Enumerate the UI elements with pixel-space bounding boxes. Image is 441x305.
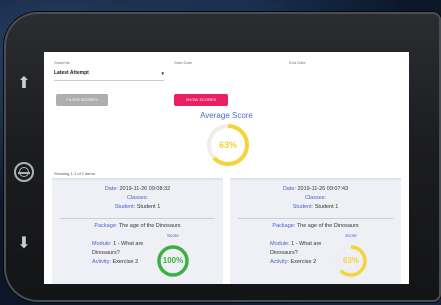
card-divider (60, 218, 215, 219)
filter-label-end-date: End Date (289, 60, 306, 65)
card-package-label: Package: (94, 223, 118, 229)
attempt-select[interactable]: Latest Attempt ▾ (54, 70, 164, 81)
card-date-row: Date: 2019-11-26 09:07:43 (230, 186, 401, 192)
card-student-row: Student: Student 1 (52, 204, 223, 210)
showing-items-text: Showing 1-1 of 1 items. (54, 171, 96, 176)
arrow-down-icon[interactable]: ⬇ (14, 234, 34, 254)
show-scores-button[interactable]: SHOW SCORES (174, 94, 228, 106)
card-package-value: The age of the Dinosaurs (118, 223, 181, 229)
filter-label-start-date: Start Date (174, 60, 193, 65)
card-classes-label: Classes: (304, 195, 327, 201)
card-package-row: Package: The age of the Dinosaurs (52, 223, 223, 229)
card-divider (238, 218, 393, 219)
card-package-value: The age of the Dinosaurs (296, 223, 359, 229)
card-date-value: 2019-11-26 09:08:32 (119, 186, 171, 192)
card-module-block: Module: 1 - What are Dinosaurs? Activity… (270, 240, 340, 267)
filter-scores-button[interactable]: FILTER SCORES (56, 94, 108, 106)
card-student-value: Student 1 (136, 204, 161, 210)
card-module-label: Module: (270, 241, 290, 247)
filter-labels: Students Start Date End Date (54, 60, 399, 68)
card-date-value: 2019-11-26 09:07:43 (297, 186, 349, 192)
card-module-block: Module: 1 - What are Dinosaurs? Activity… (92, 240, 162, 267)
card-date-row: Date: 2019-11-26 09:08:32 (52, 186, 223, 192)
average-score-label: 63% (218, 140, 237, 150)
score-card: Date: 2019-11-26 09:08:32 Classes: Stude… (52, 178, 223, 284)
home-button-icon[interactable] (14, 162, 34, 182)
card-score-label: Score (167, 233, 179, 238)
card-score-label: Score (345, 233, 357, 238)
arrow-up-icon[interactable]: ⬆ (14, 74, 34, 94)
tablet-frame: ⬆ ⬇ Students Start Date End Date Latest … (4, 12, 441, 302)
card-score-text: 63% (342, 256, 359, 265)
card-classes-row: Classes: (52, 195, 223, 201)
card-student-value: Student 1 (314, 204, 339, 210)
card-activity-value: Exercise 2 (290, 259, 317, 265)
card-classes-row: Classes: (230, 195, 401, 201)
caret-down-icon: ▾ (161, 71, 164, 77)
card-date-label: Date: (282, 186, 296, 192)
attempt-select-value: Latest Attempt (54, 70, 89, 76)
filter-label-students: Students (54, 60, 70, 65)
card-package-row: Package: The age of the Dinosaurs (230, 223, 401, 229)
card-student-row: Student: Student 1 (230, 204, 401, 210)
score-card: Date: 2019-11-26 09:07:43 Classes: Stude… (230, 178, 401, 284)
card-score-text: 100% (162, 256, 184, 265)
card-package-label: Package: (272, 223, 296, 229)
card-activity-value: Exercise 2 (112, 259, 139, 265)
card-student-label: Student: (114, 204, 136, 210)
card-classes-label: Classes: (126, 195, 149, 201)
card-module-label: Module: (92, 241, 112, 247)
average-score-title: Average Score (200, 111, 253, 120)
card-date-label: Date: (104, 186, 118, 192)
app-screen: Students Start Date End Date Latest Atte… (44, 52, 409, 284)
card-activity-label: Activity: (92, 259, 111, 265)
card-activity-label: Activity: (270, 259, 289, 265)
card-student-label: Student: (292, 204, 314, 210)
